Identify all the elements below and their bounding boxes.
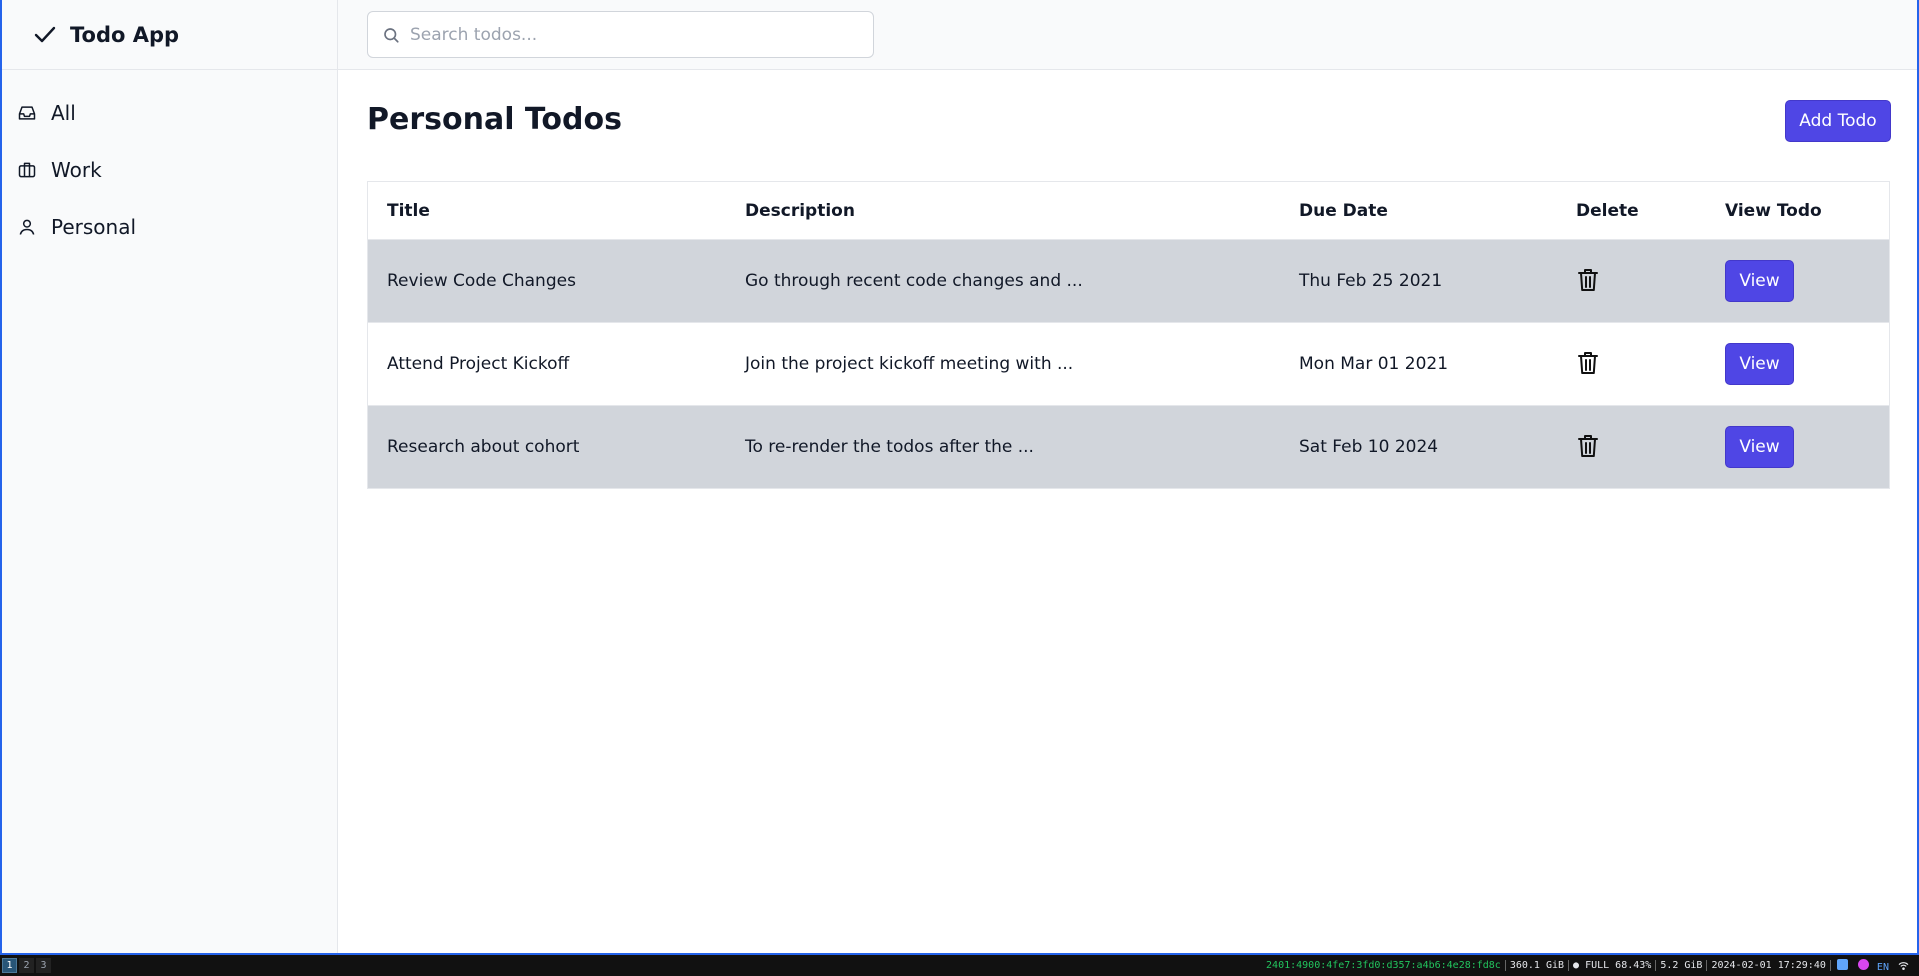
- todo-description: Join the project kickoff meeting with ..…: [745, 354, 1074, 374]
- todos-table: Title Description Due Date Delete View T…: [367, 181, 1890, 489]
- sidebar-item-label: All: [51, 100, 76, 125]
- column-header-delete: Delete: [1576, 200, 1639, 221]
- top-bar: [338, 0, 1917, 70]
- delete-cell: [1557, 239, 1706, 323]
- column-header-view-todo: View Todo: [1725, 200, 1822, 221]
- delete-button[interactable]: [1576, 267, 1600, 296]
- todo-title: Research about cohort: [368, 405, 726, 488]
- add-todo-button[interactable]: Add Todo: [1785, 100, 1891, 142]
- todo-title: Review Code Changes: [368, 239, 726, 323]
- briefcase-icon: [17, 160, 37, 180]
- view-button[interactable]: View: [1725, 343, 1794, 385]
- disk-usage: 360.1 GiB: [1506, 960, 1570, 971]
- column-header-title: Title: [387, 200, 430, 221]
- delete-button[interactable]: [1576, 350, 1600, 379]
- workspace-button[interactable]: 1: [2, 958, 17, 973]
- user-icon: [17, 217, 37, 237]
- ip-address: 2401:4900:4fe7:3fd0:d357:a4b6:4e28:fd8c: [1262, 960, 1506, 971]
- app-tray-icon[interactable]: [1857, 958, 1869, 970]
- view-cell: View: [1706, 239, 1889, 323]
- table-row: Review Code Changes Go through recent co…: [368, 239, 1889, 323]
- sidebar-item-label: Personal: [51, 214, 137, 239]
- search-input[interactable]: [408, 23, 852, 46]
- todo-due-date: Sat Feb 10 2024: [1280, 405, 1557, 488]
- trash-icon: [1576, 267, 1600, 296]
- table-row: Research about cohort To re-render the t…: [368, 405, 1889, 488]
- table-row: Attend Project Kickoff Join the project …: [368, 322, 1889, 406]
- wifi-icon[interactable]: [1898, 961, 1909, 973]
- todo-description: Go through recent code changes and ...: [726, 239, 1280, 323]
- delete-cell: [1557, 405, 1706, 488]
- table-header-row: Title Description Due Date Delete View T…: [368, 182, 1889, 240]
- sidebar-item-work[interactable]: Work: [2, 141, 337, 198]
- view-cell: View: [1706, 323, 1889, 406]
- brand: Todo App: [2, 0, 337, 70]
- system-taskbar: 1 2 3 2401:4900:4fe7:3fd0:d357:a4b6:4e28…: [0, 955, 1919, 976]
- trash-icon: [1576, 350, 1600, 379]
- delete-cell: [1557, 323, 1706, 406]
- battery-status: ● FULL 68.43%: [1569, 960, 1657, 971]
- workspace-button[interactable]: 3: [36, 958, 51, 973]
- delete-button[interactable]: [1576, 433, 1600, 462]
- todo-title: Attend Project Kickoff: [387, 354, 570, 374]
- workspace-button[interactable]: 2: [19, 958, 34, 973]
- page-title: Personal Todos: [367, 102, 622, 137]
- clock: 2024-02-01 17:29:40: [1707, 960, 1831, 971]
- app-title: Todo App: [70, 22, 180, 47]
- sidebar: Todo App All Work Personal: [2, 0, 338, 953]
- memory-usage: 5.2 GiB: [1656, 960, 1708, 971]
- todo-due-date: Mon Mar 01 2021: [1299, 354, 1449, 374]
- sidebar-item-label: Work: [51, 157, 102, 182]
- bluetooth-icon[interactable]: [1836, 958, 1848, 970]
- inbox-icon: [17, 103, 37, 123]
- column-header-description: Description: [745, 200, 855, 221]
- battery-text: FULL 68.43%: [1585, 960, 1652, 971]
- status-bar: 2401:4900:4fe7:3fd0:d357:a4b6:4e28:fd8c …: [1262, 955, 1913, 976]
- checkmark-icon: [32, 22, 58, 48]
- sidebar-item-all[interactable]: All: [2, 84, 337, 141]
- view-button[interactable]: View: [1725, 260, 1794, 302]
- trash-icon: [1576, 433, 1600, 462]
- sidebar-nav: All Work Personal: [2, 70, 337, 255]
- search-icon: [382, 26, 400, 44]
- todo-due-date: Thu Feb 25 2021: [1280, 239, 1557, 323]
- view-cell: View: [1706, 405, 1889, 488]
- search-box: [367, 11, 874, 58]
- tray: EN: [1831, 958, 1913, 973]
- app-window: Todo App All Work Personal Search todos.…: [0, 0, 1919, 955]
- todo-description: To re-render the todos after the ...: [726, 405, 1280, 488]
- sidebar-item-personal[interactable]: Personal: [2, 198, 337, 255]
- keyboard-layout[interactable]: EN: [1877, 962, 1889, 973]
- column-header-due-date: Due Date: [1299, 200, 1388, 221]
- view-button[interactable]: View: [1725, 426, 1794, 468]
